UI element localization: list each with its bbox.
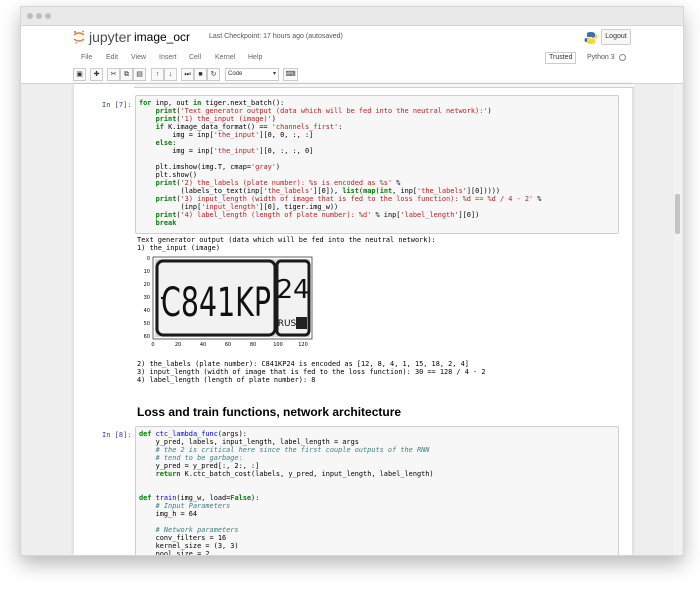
y-tick-label: 10 [144,269,150,275]
code-line: print('Text generator output (data which… [155,107,492,115]
jupyter-logo-icon[interactable] [73,30,85,44]
code-line: def ctc_lambda_func(args): [139,430,247,438]
code-line: plt.show() [139,171,198,179]
x-tick-label: 20 [175,342,181,348]
previous-cell-tail [134,84,634,88]
menu-view[interactable]: View [131,54,146,61]
stop-icon[interactable]: ■ [194,68,207,81]
code-line: (inp['input_length'][0], tiger.img_w)) [139,203,339,211]
code-line: # Input Parameters [155,502,231,510]
code-line: if K.image_data_format() == 'channels_fi… [155,123,343,131]
cell-type-select[interactable]: Code ▾ [225,68,279,81]
code-line: print('1) the_input (image)') [155,115,276,123]
code-line: for inp, out in tiger.next_batch(): [139,99,285,107]
code-line: (labels_to_text(inp['the_labels'][0]), l… [139,187,501,195]
code-line: y_pred, labels, input_length, label_leng… [139,438,359,446]
plate-image-plot: C841KP 24 RUS 0 20 40 60 80 100 120 0 10… [144,256,313,348]
jupyter-logo-text[interactable]: jupyter [89,29,131,45]
notebook-container: In [7]: for inp, out in tiger.next_batch… [21,84,683,555]
arrow-up-icon[interactable]: ↑ [151,68,164,81]
code-line: print('3) input_length (width of image t… [155,195,542,203]
notebook-header: jupyter image_ocr Last Checkpoint: 17 ho… [21,26,683,50]
code-line: return K.ctc_batch_cost(labels, y_pred, … [155,470,434,478]
code-line: print('4) label_length (length of plate … [155,211,480,219]
x-tick-label: 120 [298,342,308,348]
y-tick-label: 30 [144,295,150,301]
cell-1-output-line: 2) the_labels (plate number): C841KP24 i… [137,360,469,368]
x-tick-label: 60 [225,342,231,348]
checkpoint-status: Last Checkpoint: 17 hours ago (autosaved… [209,33,343,40]
code-line: plt.imshow(img.T, cmap='gray') [139,163,281,171]
scrollbar-thumb[interactable] [675,194,680,234]
window-minimize-dot[interactable] [36,13,42,19]
menu-cell[interactable]: Cell [189,54,201,61]
code-line: pool_size = 2 [139,550,210,556]
x-tick-label: 40 [200,342,206,348]
cell-2-prompt: In [8]: [102,431,132,439]
plus-icon[interactable]: ✚ [90,68,103,81]
menu-kernel[interactable]: Kernel [215,54,235,61]
code-line: img_h = 64 [139,510,198,518]
window-zoom-dot[interactable] [45,13,51,19]
code-line: y_pred = y_pred[:, 2:, :] [139,462,260,470]
menu-file[interactable]: File [81,54,92,61]
restart-icon[interactable]: ↻ [207,68,220,81]
code-line: print('2) the_labels (plate number): %s … [155,179,401,187]
cell-1-code[interactable]: for inp, out in tiger.next_batch(): prin… [135,95,619,234]
x-tick-label: 100 [273,342,283,348]
window-titlebar [21,7,683,26]
notebook-name[interactable]: image_ocr [134,30,190,44]
menu-insert[interactable]: Insert [159,54,177,61]
x-tick-label: 0 [151,342,154,348]
window-close-dot[interactable] [27,13,33,19]
plate-region-text: 24 [276,275,309,305]
x-tick-label: 80 [250,342,256,348]
cell-type-value: Code [228,71,243,77]
copy-icon[interactable]: ⧉ [120,68,133,81]
y-tick-label: 20 [144,282,150,288]
plate-number-text: C841KP [161,280,271,326]
code-line: else: [155,139,177,147]
vertical-scrollbar[interactable] [674,84,681,555]
code-line: img = inp['the_input'][0, 0, :, :] [139,131,314,139]
cell-1-output-line: 4) label_length (length of plate number)… [137,376,316,384]
cell-2-code[interactable]: def ctc_lambda_func(args): y_pred, label… [135,426,619,556]
python-logo-icon [584,32,598,44]
arrow-down-icon[interactable]: ↓ [164,68,177,81]
logout-button[interactable]: Logout [601,29,631,45]
step-icon[interactable]: ⏭ [181,68,194,81]
code-line: # the 2 is critical here since the first… [155,446,430,454]
y-tick-label: 50 [144,321,150,327]
code-line: # tend to be garbage: [155,454,243,462]
save-icon[interactable]: ▣ [73,68,86,81]
code-line: # Network parameters [155,526,239,534]
cell-1-prompt: In [7]: [102,101,132,109]
cell-1-output-line: 3) input_length (width of image that is … [137,368,486,376]
y-tick-label: 0 [147,256,150,262]
cell-1-output-line: Text generator output (data which will b… [137,236,436,244]
plate-country-text: RUS [278,319,297,329]
browser-window: jupyter image_ocr Last Checkpoint: 17 ho… [20,6,684,556]
plate-bolt [160,296,164,300]
menu-help[interactable]: Help [248,54,262,61]
paste-icon[interactable]: ▤ [133,68,146,81]
code-line: conv_filters = 16 [139,534,227,542]
trusted-badge[interactable]: Trusted [545,52,577,64]
code-line: kernel_size = (3, 3) [139,542,239,550]
code-line: def train(img_w, load=False): [139,494,260,502]
section-heading: Loss and train functions, network archit… [137,405,402,419]
kernel-status-icon [619,54,626,61]
plate-flag [296,317,307,329]
y-tick-label: 40 [144,308,150,314]
cell-1-output-line: 1) the_input (image) [137,244,220,252]
y-tick-label: 60 [144,334,150,340]
menu-edit[interactable]: Edit [106,54,118,61]
cut-icon[interactable]: ✂ [107,68,120,81]
code-line: img = inp['the_input'][0, :, :, 0] [139,147,314,155]
code-line: break [155,219,177,227]
kernel-name: Python 3 [587,54,615,61]
chevron-down-icon: ▾ [272,71,276,77]
keyboard-icon[interactable]: ⌨ [283,68,298,81]
